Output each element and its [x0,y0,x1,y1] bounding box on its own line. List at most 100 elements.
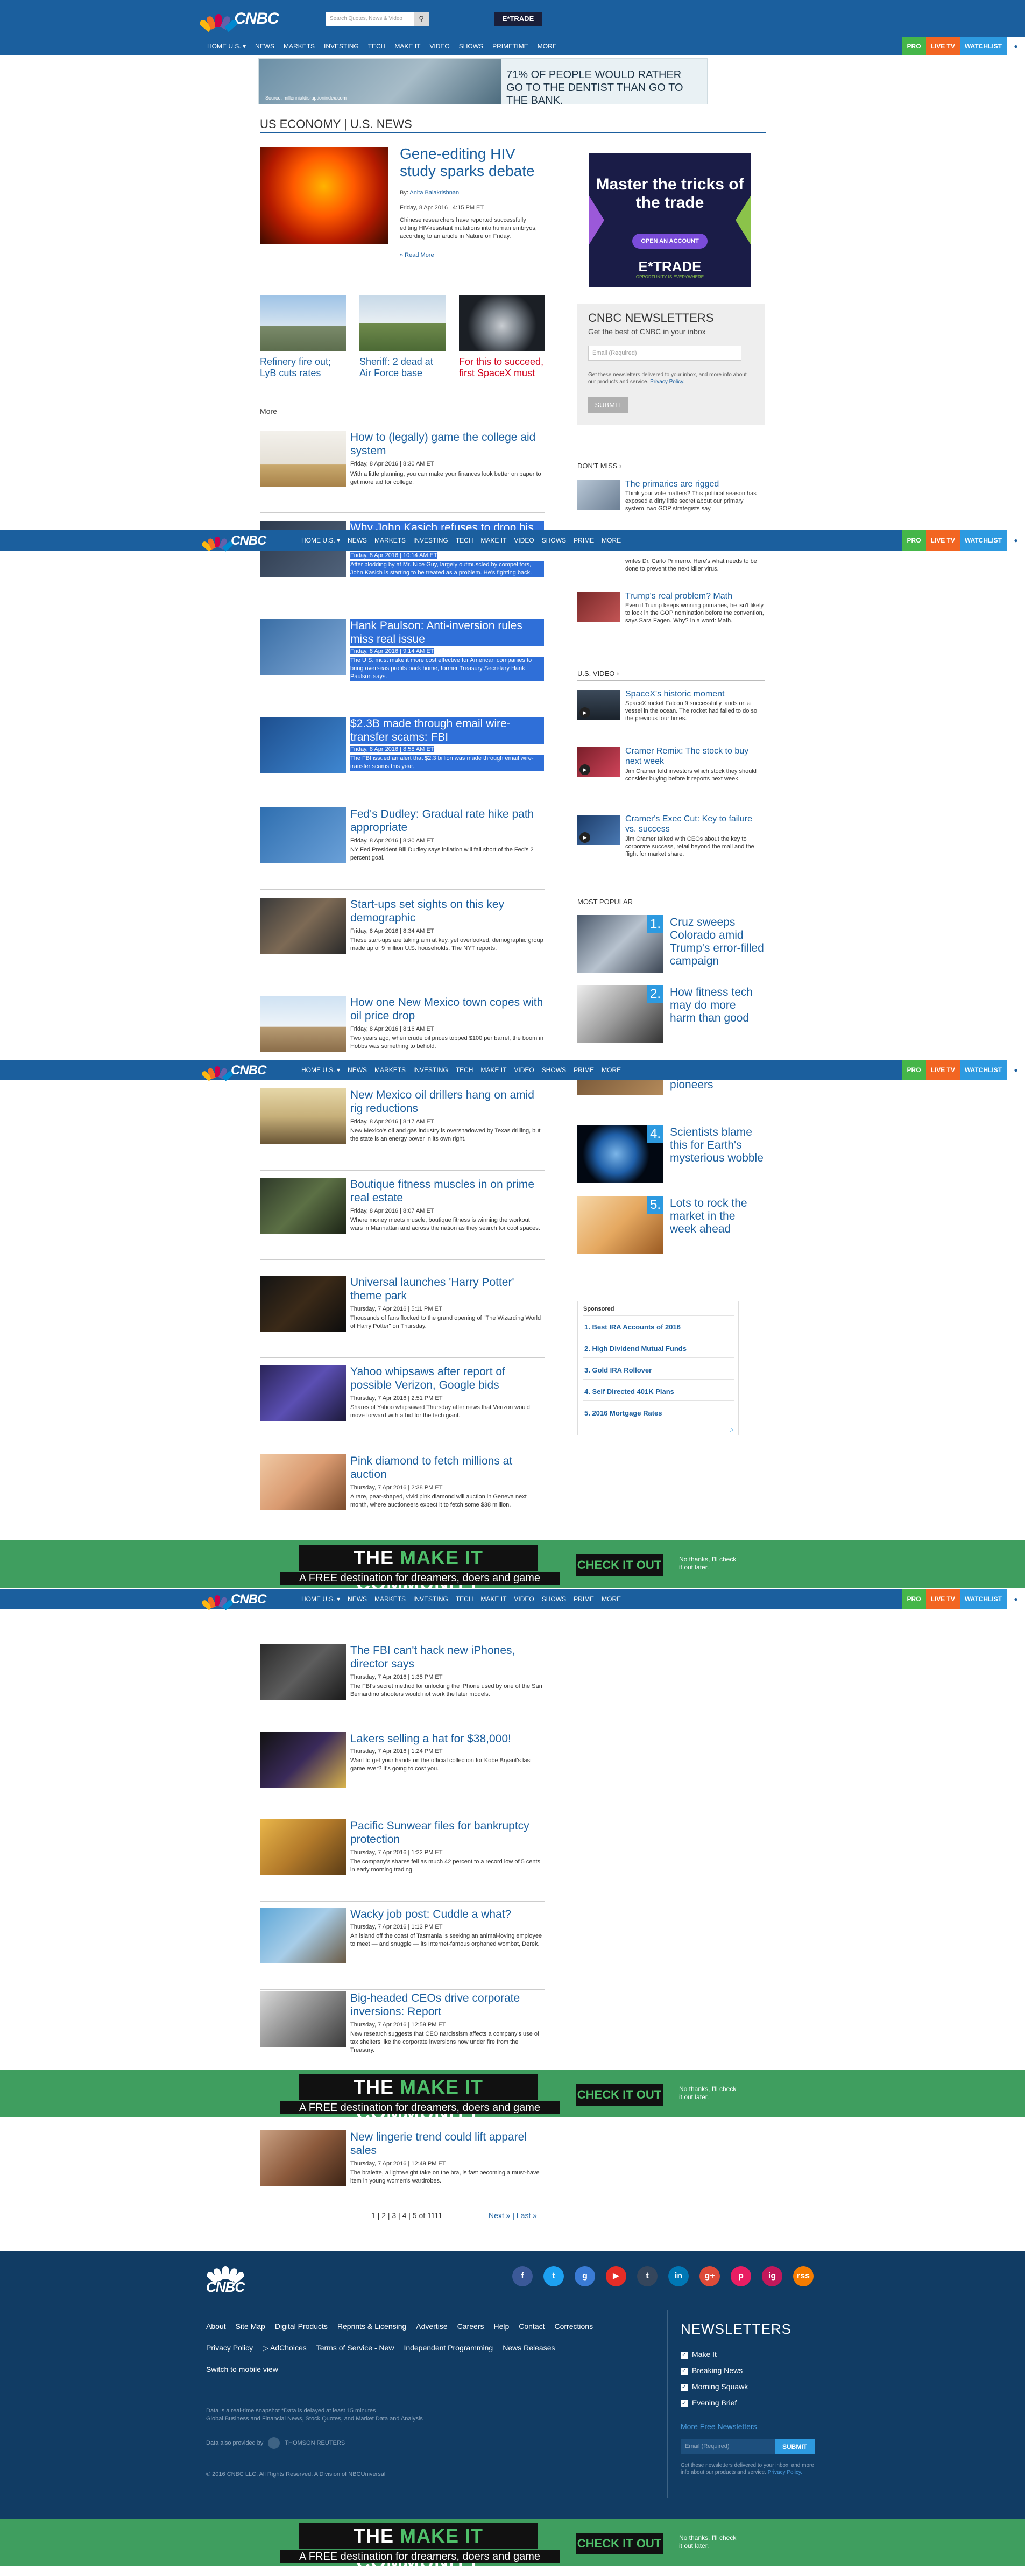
cnbc-logo[interactable]: CNBC [198,10,279,32]
story-title[interactable]: Fed's Dudley: Gradual rate hike path app… [350,807,544,834]
newsletter-checkbox[interactable]: ✓ Evening Brief [681,2398,737,2407]
nav-make-it[interactable]: MAKE IT [480,1595,506,1603]
story-title[interactable]: Yahoo whipsaws after report of possible … [350,1365,544,1392]
list-item[interactable]: Pacific Sunwear files for bankruptcy pro… [260,1819,545,1902]
rss-icon[interactable]: rss [793,2266,814,2286]
footer-link[interactable]: Independent Programming [404,2343,493,2353]
user-icon[interactable]: ● [1007,1060,1025,1080]
pinterest-icon[interactable]: p [731,2266,751,2286]
footer-link[interactable]: About [206,2322,226,2331]
cnbc-logo[interactable]: CNBC [205,2263,245,2296]
cnbc-logo[interactable]: CNBC [201,1063,266,1081]
submit-button[interactable]: SUBMIT [588,397,628,413]
check-it-out-button[interactable]: CHECK IT OUT [576,1554,663,1576]
list-item[interactable]: Universal launches 'Harry Potter' theme … [260,1276,545,1358]
nav-video[interactable]: VIDEO [514,537,534,544]
story-thumbnail[interactable] [260,1178,346,1234]
story-title[interactable]: The FBI can't hack new iPhones, director… [350,1644,544,1671]
story-title[interactable]: Trump's real problem? Math [625,591,765,601]
list-item[interactable]: New lingerie trend could lift apparel sa… [260,2130,545,2206]
video-title[interactable]: SpaceX's historic moment [625,689,765,699]
story-thumbnail[interactable] [260,898,346,954]
pro-button[interactable]: PRO [902,530,926,551]
thumb-story[interactable]: For this to succeed, first SpaceX must [459,295,545,379]
check-it-out-button[interactable]: CHECK IT OUT [576,2084,663,2106]
story-thumbnail[interactable] [260,717,346,773]
banner-ad[interactable]: 71% OF PEOPLE WOULD RATHER GO TO THE DEN… [258,58,708,104]
story-title[interactable]: Start-ups set sights on this key demogra… [350,898,544,925]
pagination[interactable]: 1 | 2 | 3 | 4 | 5 of 1111 [371,2211,442,2220]
etrade-ad[interactable]: Master the tricks of the trade OPEN AN A… [589,153,751,287]
popular-item[interactable]: 1. Cruz sweeps Colorado amid Trump's err… [577,915,765,973]
sponsored-link[interactable]: 5. 2016 Mortgage Rates [584,1409,662,1417]
nav-home[interactable]: HOME U.S. ▾ [301,537,340,544]
play-icon[interactable]: ▶ [579,707,590,718]
story-title[interactable]: Big-headed CEOs drive corporate inversio… [350,1991,544,2018]
nav-video[interactable]: VIDEO [429,43,449,50]
nav-investing[interactable]: INVESTING [413,1066,448,1074]
sponsored-link[interactable]: 4. Self Directed 401K Plans [584,1388,674,1396]
nav-make-it[interactable]: MAKE IT [394,43,420,50]
nav-markets[interactable]: MARKETS [374,1595,406,1603]
nav-prime[interactable]: PRIME [574,537,594,544]
nav-make-it[interactable]: MAKE IT [480,1066,506,1074]
sponsor-logo[interactable]: E*TRADE [494,12,542,26]
next-page-link[interactable]: Next » | Last » [489,2211,537,2220]
story-title[interactable]: Scientists blame this for Earth's myster… [670,1126,765,1165]
story-title[interactable]: How fitness tech may do more harm than g… [670,986,765,1025]
story-title[interactable]: New Mexico oil drillers hang on amid rig… [350,1088,544,1115]
popular-item[interactable]: 4. Scientists blame this for Earth's mys… [577,1125,765,1183]
nav-video[interactable]: VIDEO [514,1595,534,1603]
nav-more[interactable]: MORE [602,537,621,544]
youtube-icon[interactable]: ▶ [606,2266,626,2286]
story-title[interactable]: Universal launches 'Harry Potter' theme … [350,1276,544,1303]
story-thumbnail[interactable] [260,807,346,863]
footer-link[interactable]: Terms of Service - New [316,2343,394,2353]
nav-shows[interactable]: SHOWS [459,43,483,50]
checkbox-icon[interactable]: ✓ [681,2399,688,2407]
nav-more[interactable]: MORE [602,1595,621,1603]
nav-tech[interactable]: TECH [368,43,386,50]
nav-markets[interactable]: MARKETS [374,537,406,544]
story-thumbnail[interactable] [577,592,620,622]
footer-link[interactable]: Careers [457,2322,484,2331]
open-account-button[interactable]: OPEN AN ACCOUNT [632,234,708,249]
nav-shows[interactable]: SHOWS [542,1595,566,1603]
us-video-heading[interactable]: U.S. VIDEO › [577,670,619,678]
story-thumbnail[interactable] [577,480,620,510]
mobile-view-link[interactable]: Switch to mobile view [206,2365,278,2374]
footer-link[interactable]: News Releases [503,2343,555,2353]
thumb-story[interactable]: Sheriff: 2 dead at Air Force base [359,295,446,379]
list-item[interactable]: Big-headed CEOs drive corporate inversio… [260,1991,545,2067]
list-item[interactable]: Wacky job post: Cuddle a what? Thursday,… [260,1908,545,1990]
facebook-icon[interactable]: f [512,2266,533,2286]
list-item[interactable]: Boutique fitness muscles in on prime rea… [260,1178,545,1260]
nav-investing[interactable]: INVESTING [413,1595,448,1603]
story-title[interactable]: How one New Mexico town copes with oil p… [350,996,544,1023]
story-thumbnail[interactable] [459,295,545,351]
make-it-banner[interactable]: THE MAKE IT COMMUNITY A FREE destination… [0,2070,1025,2127]
read-more-link[interactable]: » Read More [400,252,434,258]
checkbox-icon[interactable]: ✓ [681,2367,688,2375]
nav-home[interactable]: HOME U.S. ▾ [207,43,246,50]
thumb-story-title[interactable]: Sheriff: 2 dead at Air Force base [359,356,446,379]
user-icon[interactable]: ● [1007,1589,1025,1609]
footer-submit-button[interactable]: SUBMIT [775,2439,815,2454]
user-icon[interactable]: ● [1007,37,1025,55]
checkbox-icon[interactable]: ✓ [681,2383,688,2391]
nav-home[interactable]: HOME U.S. ▾ [301,1066,340,1074]
adchoices-icon[interactable]: ▷ [730,1427,734,1433]
sponsored-link[interactable]: 3. Gold IRA Rollover [584,1366,652,1374]
author-link[interactable]: Anita Balakrishnan [409,189,459,196]
story-title[interactable]: Lots to rock the market in the week ahea… [670,1197,765,1236]
newsletter-checkbox[interactable]: ✓ Make It [681,2350,717,2359]
list-item[interactable]: Fed's Dudley: Gradual rate hike path app… [260,807,545,890]
nav-more[interactable]: MORE [538,43,557,50]
story-thumbnail[interactable] [260,619,346,675]
nav-prime[interactable]: PRIME [574,1595,594,1603]
newsletter-checkbox[interactable]: ✓ Morning Squawk [681,2382,748,2391]
pro-button[interactable]: PRO [902,37,926,55]
footer-link[interactable]: Advertise [416,2322,447,2331]
story-title[interactable]: $2.3B made through email wire-transfer s… [350,717,544,744]
nav-investing[interactable]: INVESTING [413,537,448,544]
